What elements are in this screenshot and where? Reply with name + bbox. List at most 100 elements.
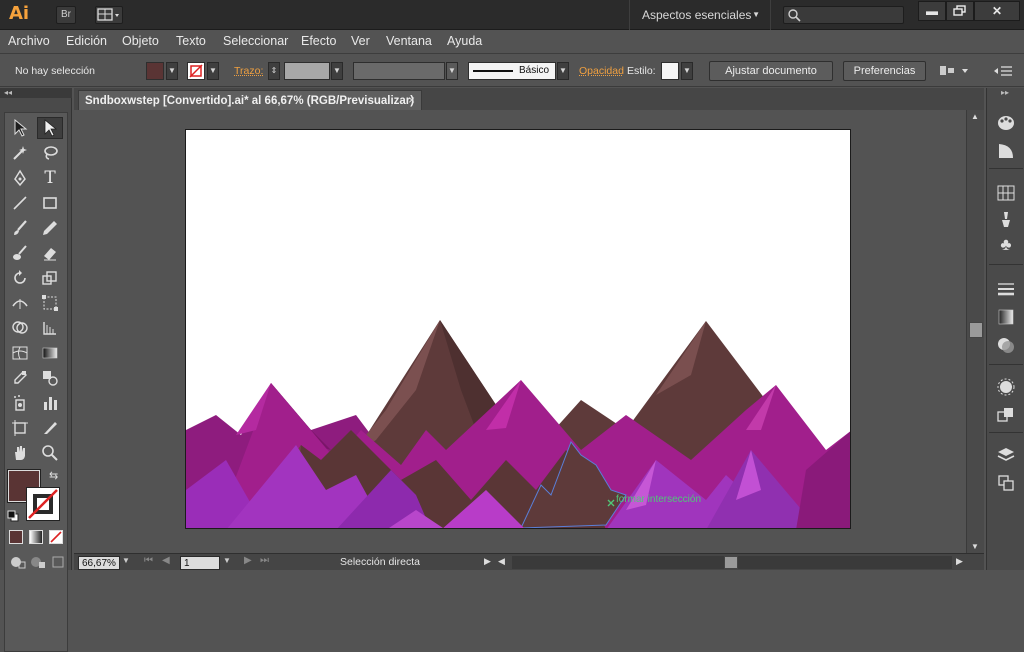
panel-menu-button[interactable] bbox=[990, 63, 1016, 79]
color-mode-button[interactable] bbox=[9, 530, 23, 544]
eyedropper-tool[interactable] bbox=[7, 367, 33, 389]
graphic-styles-panel-button[interactable] bbox=[993, 404, 1019, 426]
draw-mode-icons[interactable] bbox=[9, 554, 65, 570]
vertical-scroll-thumb[interactable] bbox=[969, 322, 983, 338]
menu-seleccionar[interactable]: Seleccionar bbox=[223, 34, 288, 48]
selection-tool[interactable] bbox=[7, 117, 33, 139]
scroll-left-icon[interactable]: ◀ bbox=[498, 556, 505, 567]
status-menu-icon[interactable]: ▶ bbox=[484, 556, 491, 567]
scroll-up-icon[interactable]: ▲ bbox=[971, 112, 979, 121]
swatches-panel-button[interactable] bbox=[993, 182, 1019, 204]
stroke-swatch[interactable] bbox=[187, 62, 205, 80]
brushes-panel-button[interactable] bbox=[993, 208, 1019, 230]
artboard-tool[interactable] bbox=[7, 417, 33, 439]
scroll-right-icon[interactable]: ▶ bbox=[956, 556, 963, 567]
fill-dropdown[interactable]: ▼ bbox=[166, 62, 178, 80]
eraser-tool[interactable] bbox=[37, 242, 63, 264]
menu-archivo[interactable]: Archivo bbox=[8, 34, 50, 48]
color-guide-button[interactable] bbox=[993, 140, 1019, 162]
scale-tool[interactable] bbox=[37, 267, 63, 289]
chevron-down-icon[interactable]: ▼ bbox=[223, 556, 231, 565]
restore-button[interactable] bbox=[946, 1, 974, 21]
menu-objeto[interactable]: Objeto bbox=[122, 34, 159, 48]
artboards-panel-button[interactable] bbox=[993, 472, 1019, 494]
default-colors-button[interactable] bbox=[7, 510, 19, 522]
color-panel-button[interactable] bbox=[993, 112, 1019, 134]
menu-ventana[interactable]: Ventana bbox=[386, 34, 432, 48]
blob-brush-tool[interactable] bbox=[7, 242, 33, 264]
symbols-panel-button[interactable]: ♣ bbox=[993, 234, 1019, 256]
stroke-weight-input[interactable] bbox=[284, 62, 330, 80]
horizontal-scroll-thumb[interactable] bbox=[724, 556, 738, 569]
minimize-button[interactable]: ▬ bbox=[918, 1, 946, 21]
variable-width-profile[interactable] bbox=[353, 62, 445, 80]
fill-swatch[interactable] bbox=[146, 62, 164, 80]
zoom-tool[interactable] bbox=[37, 442, 63, 464]
stroke-dropdown[interactable]: ▼ bbox=[207, 62, 219, 80]
direct-selection-tool[interactable] bbox=[37, 117, 63, 139]
fit-document-button[interactable]: Ajustar documento bbox=[709, 61, 833, 81]
artboard[interactable]: formar intersección bbox=[185, 129, 851, 529]
line-tool[interactable] bbox=[7, 192, 33, 214]
zoom-field[interactable]: 66,67% bbox=[78, 556, 120, 570]
arrange-documents-button[interactable] bbox=[95, 6, 123, 24]
menu-texto[interactable]: Texto bbox=[176, 34, 206, 48]
free-transform-tool[interactable] bbox=[37, 292, 63, 314]
type-tool[interactable]: T bbox=[37, 167, 63, 189]
close-button[interactable]: ✕ bbox=[974, 1, 1020, 21]
shape-builder-tool[interactable] bbox=[7, 317, 33, 339]
menu-efecto[interactable]: Efecto bbox=[301, 34, 336, 48]
menu-ver[interactable]: Ver bbox=[351, 34, 370, 48]
symbol-sprayer-tool[interactable] bbox=[7, 392, 33, 414]
preferences-button[interactable]: Preferencias bbox=[843, 61, 926, 81]
blend-tool[interactable] bbox=[37, 367, 63, 389]
close-tab-icon[interactable]: × bbox=[408, 91, 415, 111]
rectangle-tool[interactable] bbox=[37, 192, 63, 214]
next-artboard-icon[interactable]: ▶ bbox=[244, 555, 252, 566]
scroll-down-icon[interactable]: ▼ bbox=[971, 542, 979, 551]
canvas-area[interactable]: formar intersección bbox=[74, 110, 966, 553]
swap-colors-icon[interactable]: ⇆ bbox=[49, 469, 58, 482]
previous-artboard-icon[interactable]: ◀ bbox=[162, 555, 170, 566]
arrange-panel-button[interactable] bbox=[938, 63, 974, 79]
stroke-weight-stepper[interactable]: ⇕ bbox=[268, 62, 280, 80]
stroke-color-box[interactable] bbox=[26, 487, 60, 521]
column-graph-tool[interactable] bbox=[37, 392, 63, 414]
expand-dock-icon[interactable]: ▸▸ bbox=[1001, 88, 1009, 97]
horizontal-scrollbar[interactable] bbox=[512, 556, 952, 569]
stroke-label[interactable]: Trazo: bbox=[234, 65, 263, 77]
pencil-tool[interactable] bbox=[37, 217, 63, 239]
menu-edicion[interactable]: Edición bbox=[66, 34, 107, 48]
brush-definition-field[interactable]: Básico bbox=[468, 62, 556, 80]
gradient-tool[interactable] bbox=[37, 342, 63, 364]
chevron-down-icon[interactable]: ▼ bbox=[122, 556, 130, 565]
none-mode-button[interactable] bbox=[49, 530, 63, 544]
graphic-style-dropdown[interactable]: ▼ bbox=[681, 62, 693, 80]
mountain-illustration[interactable]: formar intersección bbox=[186, 130, 851, 529]
bridge-button[interactable]: Br bbox=[56, 6, 76, 24]
paintbrush-tool[interactable] bbox=[7, 217, 33, 239]
variable-width-dropdown[interactable]: ▼ bbox=[446, 62, 458, 80]
graphic-style-swatch[interactable] bbox=[661, 62, 679, 80]
document-tab[interactable]: Sndboxwstep [Convertido].ai* al 66,67% (… bbox=[78, 90, 422, 110]
lasso-tool[interactable] bbox=[37, 142, 63, 164]
tools-panel-header[interactable]: ◂◂ bbox=[0, 88, 72, 98]
gradient-panel-button[interactable] bbox=[993, 306, 1019, 328]
brush-definition-dropdown[interactable]: ▼ bbox=[557, 62, 569, 80]
pen-tool[interactable] bbox=[7, 167, 33, 189]
stroke-panel-button[interactable] bbox=[993, 278, 1019, 300]
gradient-mode-button[interactable] bbox=[29, 530, 43, 544]
layers-panel-button[interactable] bbox=[993, 444, 1019, 466]
workspace-switcher[interactable]: Aspectos esenciales ▼ bbox=[629, 0, 771, 30]
transparency-panel-button[interactable] bbox=[993, 334, 1019, 356]
slice-tool[interactable] bbox=[37, 417, 63, 439]
mesh-tool[interactable] bbox=[7, 342, 33, 364]
menu-ayuda[interactable]: Ayuda bbox=[447, 34, 482, 48]
vertical-scrollbar[interactable]: ▲ ▼ bbox=[966, 110, 984, 553]
first-artboard-icon[interactable]: ⏮ bbox=[144, 555, 153, 566]
help-search-input[interactable] bbox=[783, 6, 904, 24]
opacity-label[interactable]: Opacidad bbox=[579, 65, 624, 77]
last-artboard-icon[interactable]: ⏭ bbox=[260, 555, 269, 566]
hand-tool[interactable] bbox=[7, 442, 33, 464]
artboard-number-field[interactable]: 1 bbox=[180, 556, 220, 570]
